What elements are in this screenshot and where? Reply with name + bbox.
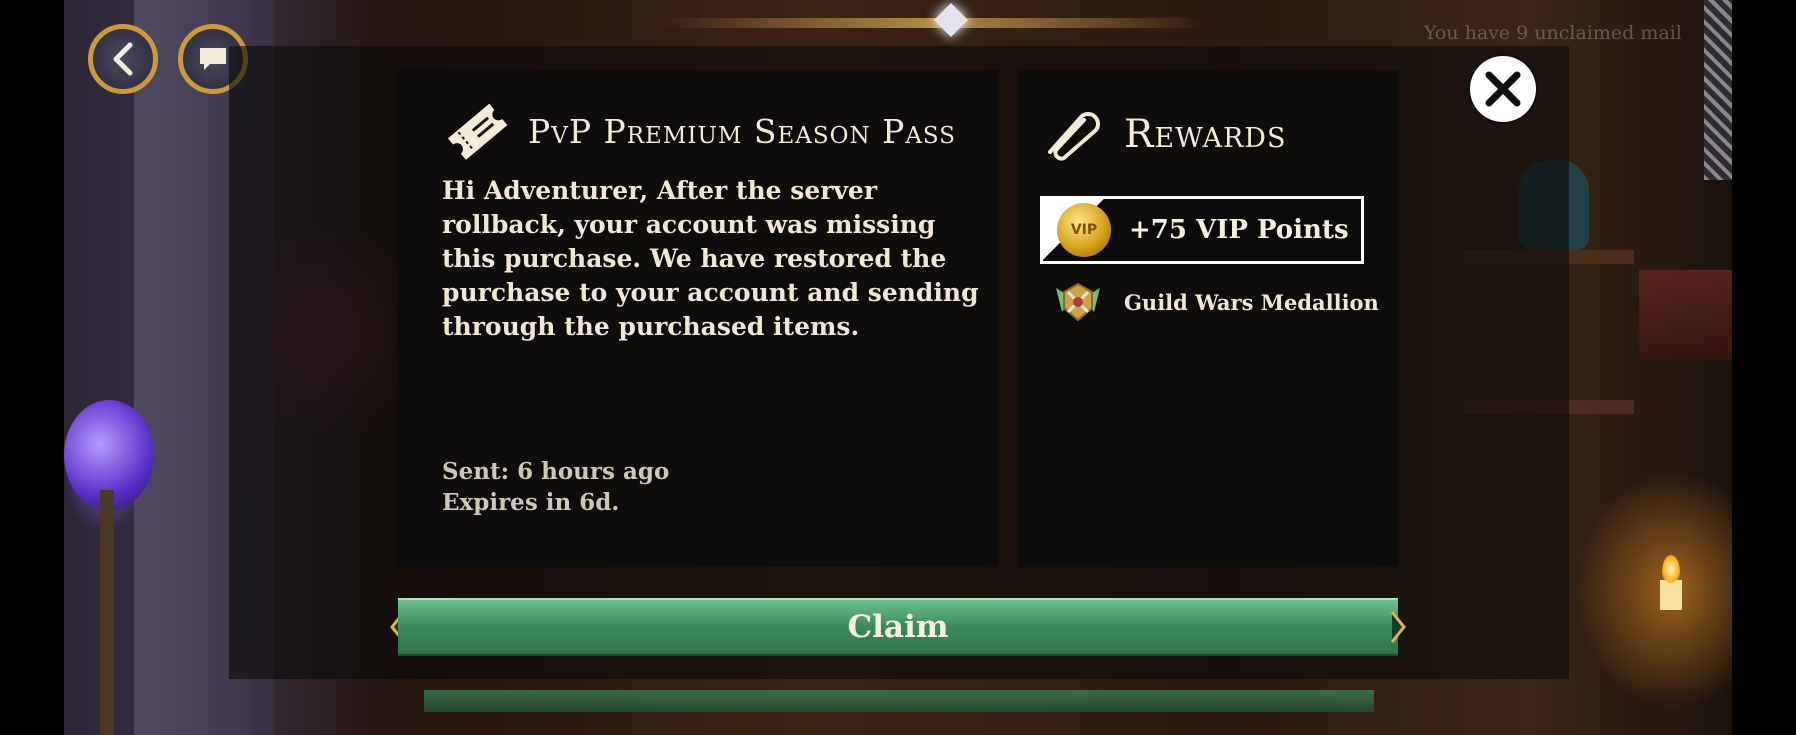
mail-sent-time: Sent: 6 hours ago xyxy=(442,458,670,485)
vip-coin-icon: VIP xyxy=(1057,203,1111,257)
background-books xyxy=(1639,270,1732,360)
claim-button-right-cap xyxy=(1390,611,1406,643)
mail-expiry: Expires in 6d. xyxy=(442,489,620,516)
background-staff xyxy=(100,490,114,735)
reward-label: Guild Wars Medallion xyxy=(1124,289,1379,315)
paperclip-icon xyxy=(1048,112,1100,161)
medallion-icon xyxy=(1056,282,1100,322)
ticket-icon xyxy=(447,103,508,160)
reward-item-guild-medallion[interactable]: Guild Wars Medallion xyxy=(1052,278,1379,326)
mail-title: PvP Premium Season Pass xyxy=(528,111,957,151)
reward-label: +75 VIP Points xyxy=(1129,215,1349,245)
close-button[interactable] xyxy=(1470,56,1536,122)
chat-bubble-icon xyxy=(200,48,226,70)
background-candle xyxy=(1660,580,1682,610)
candle-flame xyxy=(1662,555,1680,583)
mail-meta: Sent: 6 hours ago Expires in 6d. xyxy=(442,456,669,518)
back-button[interactable] xyxy=(88,24,158,94)
mail-title-row: PvP Premium Season Pass xyxy=(444,98,956,164)
rewards-title: Rewards xyxy=(1124,111,1287,157)
background-button-strip xyxy=(424,690,1374,712)
top-ornament-gem xyxy=(934,3,968,37)
unclaimed-mail-notice: You have 9 unclaimed mail xyxy=(1424,22,1682,44)
close-icon xyxy=(1485,71,1521,107)
claim-button[interactable]: Claim xyxy=(398,598,1398,656)
mail-body-text: Hi Adventurer, After the server rollback… xyxy=(442,176,979,341)
reward-item-vip-points[interactable]: VIP +75 VIP Points xyxy=(1040,196,1364,264)
rewards-title-row: Rewards xyxy=(1042,104,1286,164)
chevron-left-icon xyxy=(113,42,133,76)
claim-button-label: Claim xyxy=(847,609,949,645)
